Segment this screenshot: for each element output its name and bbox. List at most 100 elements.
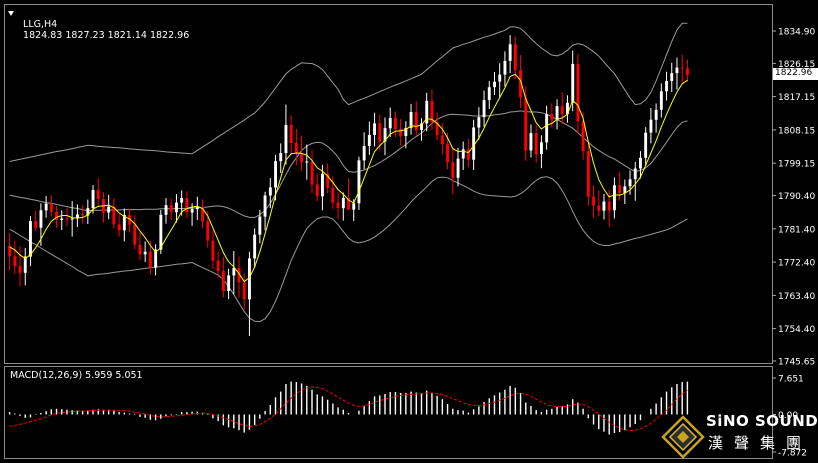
candle-body (117, 224, 121, 231)
logo-chinese: 漢聲集團 (708, 434, 813, 452)
candle-body (451, 162, 455, 178)
candle-body (133, 224, 137, 245)
candle-body (60, 218, 64, 220)
candle-body (618, 185, 622, 193)
candle-body (169, 205, 173, 213)
candle-body (639, 157, 642, 169)
candle-body (675, 67, 679, 74)
candle-body (524, 97, 528, 151)
candle-body (503, 60, 507, 75)
candle-body (284, 124, 288, 153)
candle-body (44, 203, 48, 211)
candle-body (39, 210, 43, 228)
price-tick-label: 1834.90 (778, 28, 815, 38)
candle-body (414, 112, 418, 131)
candle-body (268, 187, 272, 196)
candle-body (665, 80, 668, 92)
macd-title: MACD(12,26,9) 5.959 5.051 (10, 370, 143, 381)
price-tick-label: 1799.15 (778, 160, 815, 170)
candle-body (310, 161, 314, 185)
candle-body (670, 73, 674, 81)
current-price-label: 1822.96 (775, 68, 813, 78)
candle-body (331, 187, 335, 203)
price-tick-label: 1754.40 (778, 325, 815, 335)
candle-body (96, 190, 100, 199)
candle-body (508, 44, 512, 61)
price-tick-label: 1817.15 (778, 93, 815, 103)
candle-body (65, 218, 69, 220)
candle-body (555, 106, 559, 120)
candle (586, 142, 590, 206)
price-panel-frame (4, 4, 773, 364)
candle-body (540, 142, 543, 155)
candle-body (388, 117, 392, 129)
candle-body (602, 201, 606, 211)
candle-body (216, 260, 220, 271)
candle-body (279, 153, 283, 162)
candle-body (613, 185, 616, 211)
candle-body (258, 216, 262, 235)
price-tick-label: 1790.40 (778, 192, 815, 202)
candle (357, 156, 361, 210)
candle-body (49, 203, 53, 212)
candle-body (13, 256, 17, 267)
candle-body (81, 214, 85, 216)
candle-body (534, 133, 538, 155)
candle-body (274, 161, 277, 188)
candle-body (70, 218, 74, 220)
candle-body (576, 63, 580, 122)
candle-body (545, 114, 549, 143)
candle-body (477, 117, 481, 128)
candle-body (190, 209, 194, 213)
candle-body (107, 206, 111, 213)
price-tick-label: 1763.40 (778, 292, 815, 302)
candle-body (357, 160, 361, 204)
candle-body (305, 161, 309, 163)
candle-body (597, 205, 601, 211)
price-tick-label: 1772.40 (778, 259, 815, 269)
candle-body (659, 91, 663, 110)
candle-body (654, 109, 658, 120)
candle-body (352, 203, 356, 210)
candle-body (633, 168, 637, 180)
candle-body (482, 100, 486, 118)
candle-body (164, 205, 168, 215)
candle-body (362, 146, 366, 161)
candle-body (221, 271, 225, 291)
candle-body (373, 123, 376, 135)
candle-body (185, 198, 189, 213)
candle-body (644, 132, 648, 158)
price-tick-label: 1745.65 (778, 358, 815, 368)
candle-body (592, 196, 595, 206)
candle-body (378, 123, 382, 142)
candle-body (253, 234, 257, 259)
price-tick-label: 1808.15 (778, 126, 815, 136)
candle-body (628, 179, 632, 187)
candle-body (581, 121, 585, 152)
candle-body (227, 275, 231, 291)
candle-body (180, 198, 184, 203)
candle-body (29, 221, 32, 257)
candle-body (206, 221, 210, 241)
candle-body (195, 207, 199, 210)
logo: SiNO SOUND 漢聲集團 (700, 412, 818, 460)
candle-body (649, 119, 653, 133)
candle-body (440, 135, 444, 145)
candle-body (148, 251, 152, 268)
symbol-label: LLG,H4 (23, 19, 58, 30)
logo-name: SiNO SOUND (706, 412, 818, 430)
candle-body (341, 197, 345, 209)
candle-body (211, 240, 215, 261)
candle-body (321, 173, 324, 197)
candle-body (487, 87, 491, 101)
candle-body (294, 143, 298, 154)
candle-body (232, 268, 236, 276)
candle-body (159, 214, 163, 250)
candle-body (607, 201, 611, 211)
candle-body (336, 202, 340, 209)
candle-body (560, 106, 564, 115)
candle-body (529, 133, 533, 151)
candle-body (289, 124, 293, 143)
candle-body (586, 151, 590, 197)
candle-body (686, 68, 689, 75)
